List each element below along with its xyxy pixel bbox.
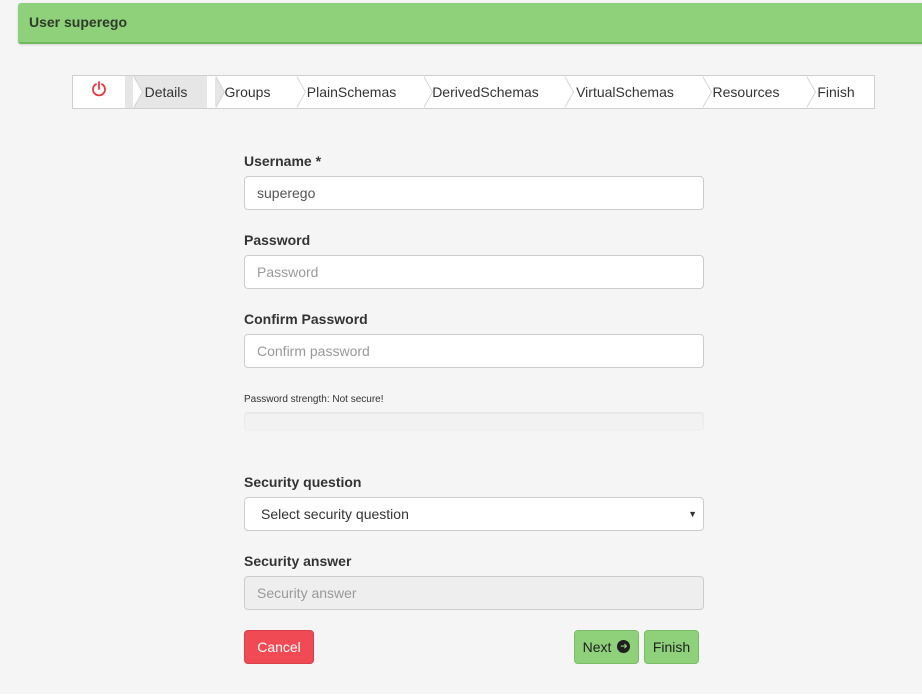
confirm-password-field[interactable] [244,334,704,368]
password-field[interactable] [244,255,704,289]
wizard-step-power[interactable] [73,76,143,108]
next-button[interactable]: Next ➜ [574,630,639,664]
power-icon [91,76,107,108]
security-answer-label: Security answer [244,553,352,569]
wizard-steps: Details Groups PlainSchemas DerivedSchem… [72,75,875,109]
wizard-step-plainschemas[interactable]: PlainSchemas [288,76,433,108]
caret-down-icon: ▼ [688,509,697,519]
header-bar: User superego [18,3,922,44]
wizard-step-label: DerivedSchemas [432,84,539,100]
wizard-step-label: Resources [712,84,780,100]
password-strength-text: Password strength: Not secure! [244,394,384,405]
wizard-step-derivedschemas[interactable]: DerivedSchemas [415,76,574,108]
password-label: Password [244,232,311,248]
username-field[interactable] [244,176,704,210]
wizard-step-label: VirtualSchemas [576,84,674,100]
wizard-step-virtualschemas[interactable]: VirtualSchemas [556,76,712,108]
next-button-label: Next [582,639,612,655]
security-question-selected: Select security question [261,506,409,522]
security-question-select[interactable]: Select security question ▼ [244,497,704,531]
wizard-step-label: Finish [817,84,855,100]
arrow-circle-right-icon: ➜ [617,640,631,654]
page-title: User superego [29,14,128,30]
cancel-button-label: Cancel [257,639,301,655]
finish-button[interactable]: Finish [644,630,699,664]
finish-button-label: Finish [652,639,691,655]
wizard-step-label: Details [144,84,188,100]
wizard-step-label: Groups [224,84,271,100]
security-answer-field[interactable] [244,576,704,610]
username-label: Username * [244,153,322,169]
security-question-label: Security question [244,474,362,490]
confirm-password-label: Confirm Password [244,311,368,327]
password-strength-bar [244,412,704,431]
wizard-step-label: PlainSchemas [306,84,397,100]
cancel-button[interactable]: Cancel [244,630,314,664]
